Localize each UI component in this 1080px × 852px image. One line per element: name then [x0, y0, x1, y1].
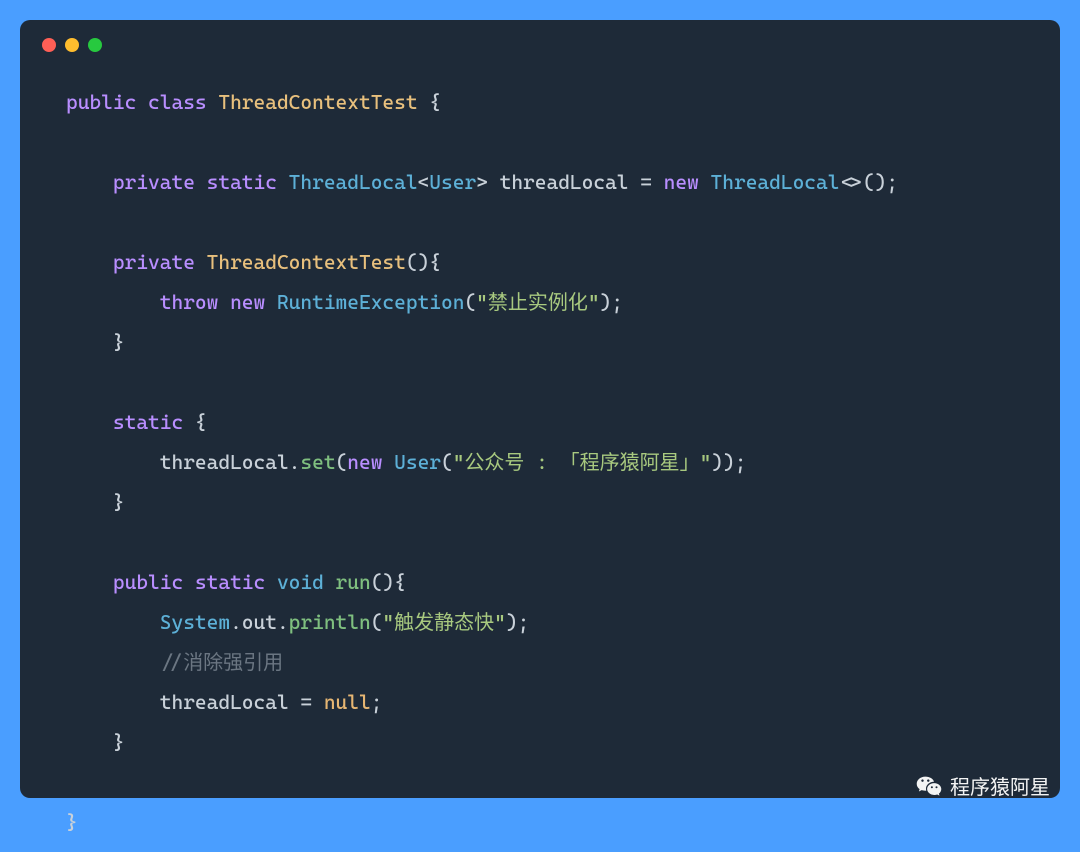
- brace: }: [113, 490, 125, 514]
- keyword-void: void: [277, 570, 324, 594]
- keyword-static: static: [113, 410, 183, 434]
- comment: //消除强引用: [160, 650, 283, 674]
- paren: );: [506, 610, 529, 634]
- field-ref: threadLocal: [160, 690, 289, 714]
- wechat-icon: [916, 773, 942, 799]
- keyword-new: new: [347, 450, 382, 474]
- equals: =: [300, 690, 312, 714]
- class-name: ThreadContextTest: [218, 90, 417, 114]
- null-literal: null: [324, 690, 371, 714]
- type-runtimeexception: RuntimeException: [277, 290, 465, 314]
- string-literal: "公众号 : 「程序猿阿星」": [453, 450, 712, 474]
- brace: }: [113, 730, 125, 754]
- dot: .: [277, 610, 289, 634]
- watermark-text: 程序猿阿星: [950, 771, 1050, 800]
- keyword-private: private: [113, 170, 195, 194]
- keyword-public: public: [113, 570, 183, 594]
- keyword-new: new: [664, 170, 699, 194]
- diamond: <>();: [839, 170, 898, 194]
- type-threadlocal: ThreadLocal: [289, 170, 418, 194]
- field-name: threadLocal: [500, 170, 629, 194]
- string-literal: "禁止实例化": [476, 290, 599, 314]
- semicolon: ;: [371, 690, 383, 714]
- keyword-throw: throw: [160, 290, 219, 314]
- field-ref: threadLocal: [160, 450, 289, 474]
- angle: <: [418, 170, 430, 194]
- paren: (: [441, 450, 453, 474]
- brace: }: [66, 810, 78, 834]
- paren: );: [600, 290, 623, 314]
- titlebar: [20, 20, 1060, 62]
- parens: (){: [406, 250, 441, 274]
- keyword-static: static: [195, 570, 265, 594]
- dot: .: [289, 450, 301, 474]
- code-window: public class ThreadContextTest { private…: [20, 20, 1060, 798]
- minimize-icon[interactable]: [65, 38, 79, 52]
- paren: ));: [711, 450, 746, 474]
- code-block: public class ThreadContextTest { private…: [20, 62, 1060, 852]
- brace: {: [429, 90, 441, 114]
- ident-out: out: [242, 610, 277, 634]
- watermark: 程序猿阿星: [916, 771, 1050, 800]
- maximize-icon[interactable]: [88, 38, 102, 52]
- type-user: User: [429, 170, 476, 194]
- equals: =: [640, 170, 652, 194]
- type-threadlocal: ThreadLocal: [711, 170, 840, 194]
- brace: }: [113, 330, 125, 354]
- keyword-class: class: [148, 90, 207, 114]
- method-println: println: [289, 610, 371, 634]
- ctor-name: ThreadContextTest: [207, 250, 406, 274]
- keyword-new: new: [230, 290, 265, 314]
- paren: (: [336, 450, 348, 474]
- type-user: User: [394, 450, 441, 474]
- keyword-static: static: [207, 170, 277, 194]
- paren: (: [464, 290, 476, 314]
- method-run: run: [336, 570, 371, 594]
- brace: {: [195, 410, 207, 434]
- dot: .: [230, 610, 242, 634]
- angle: >: [476, 170, 488, 194]
- method-set: set: [300, 450, 335, 474]
- close-icon[interactable]: [42, 38, 56, 52]
- paren: (: [371, 610, 383, 634]
- string-literal: "触发静态快": [382, 610, 505, 634]
- code-content: public class ThreadContextTest { private…: [66, 82, 1038, 842]
- parens: (){: [371, 570, 406, 594]
- keyword-private: private: [113, 250, 195, 274]
- keyword-public: public: [66, 90, 136, 114]
- type-system: System: [160, 610, 230, 634]
